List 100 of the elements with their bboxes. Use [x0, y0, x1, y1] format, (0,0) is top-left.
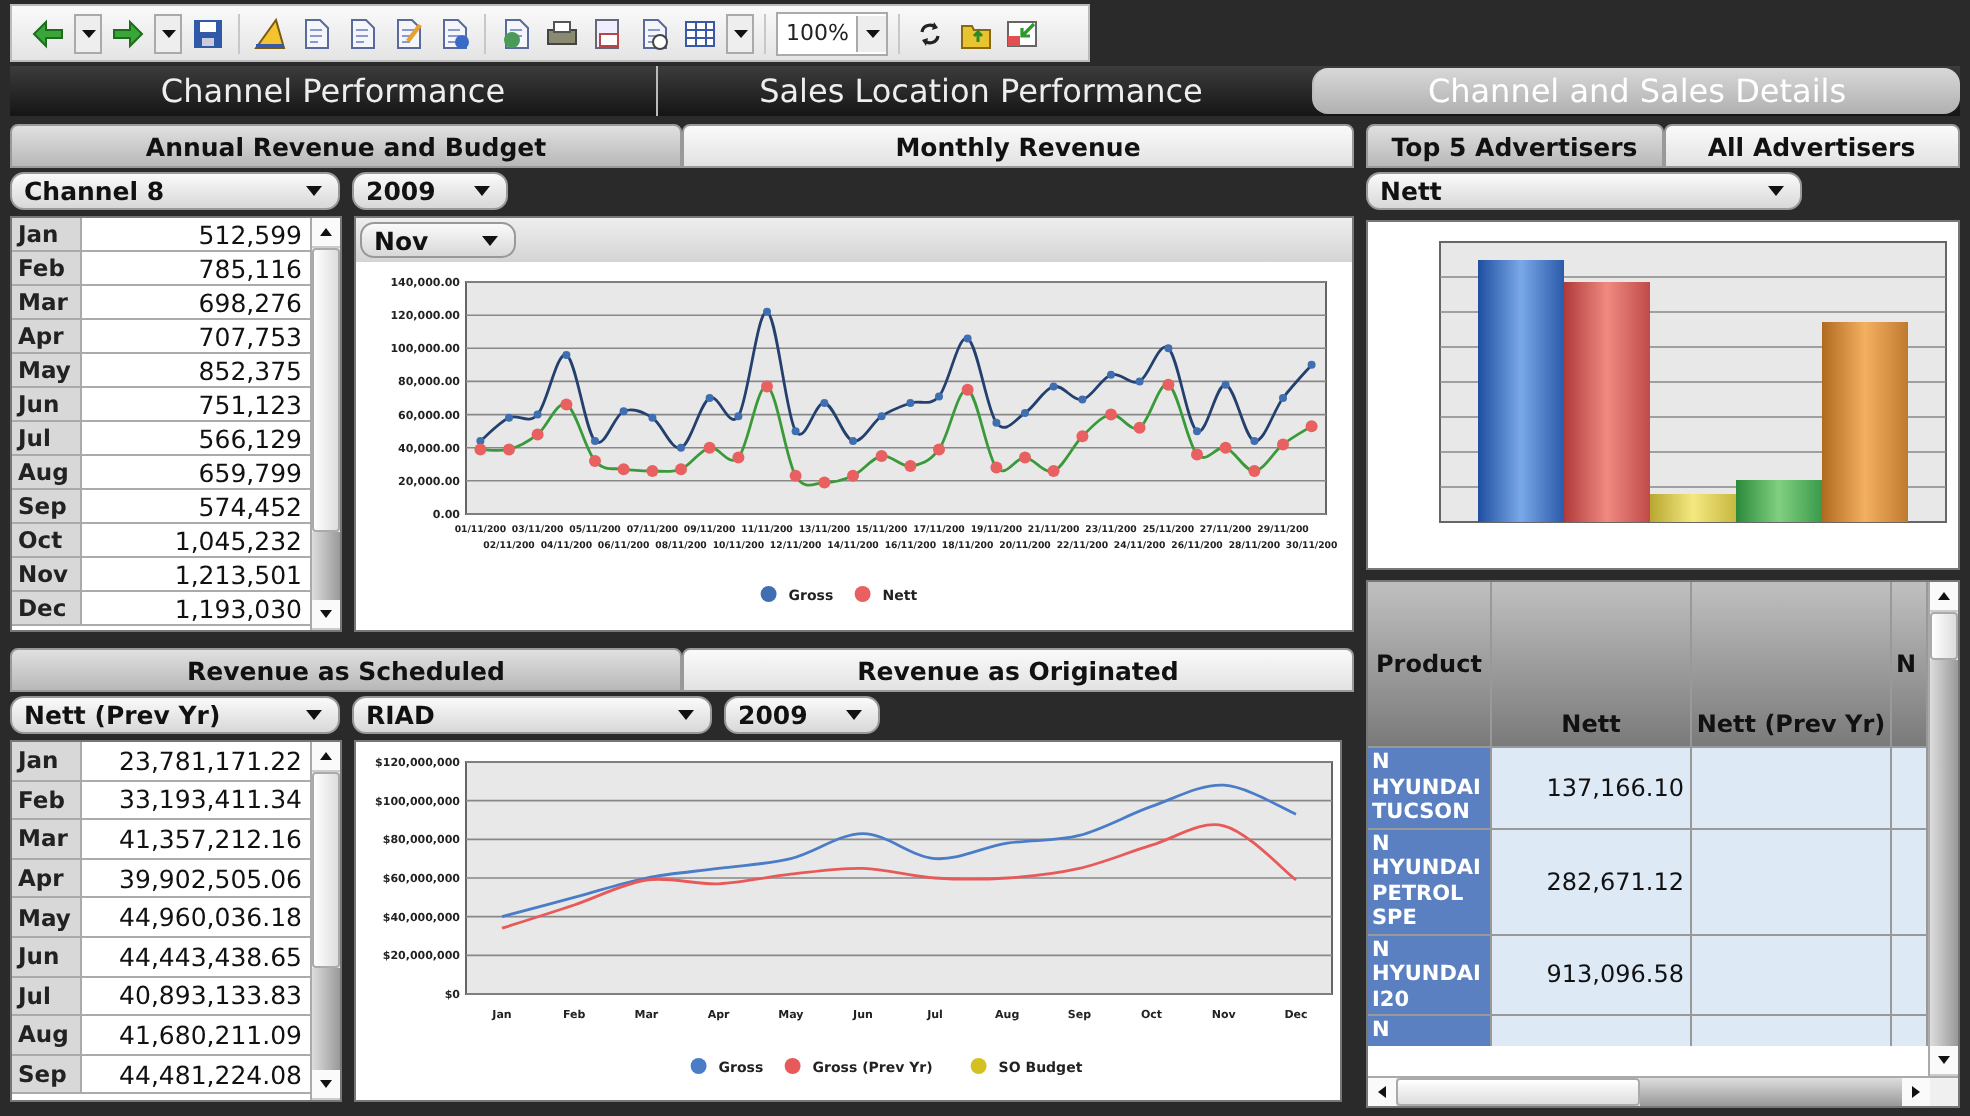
point [1191, 448, 1203, 461]
scrollbar[interactable] [310, 742, 340, 1100]
scroll-down-icon[interactable] [1938, 1056, 1950, 1064]
point [562, 351, 571, 359]
table-cell: 913,096.58 [1492, 935, 1692, 1014]
value-cell-text: 1,045,232 [172, 524, 304, 556]
point [990, 461, 1003, 474]
point [1078, 395, 1087, 404]
point [648, 413, 657, 422]
caret-icon [733, 29, 747, 37]
year-dropdown[interactable]: 2009 [724, 695, 880, 733]
scroll-thumb[interactable] [1396, 1078, 1640, 1106]
channel-dropdown[interactable]: Channel 8 [10, 171, 340, 209]
value-cell-text: 707,753 [196, 320, 304, 352]
point [1307, 360, 1316, 369]
main-tab[interactable]: Sales Location Performance [656, 66, 1304, 116]
point [1219, 441, 1232, 454]
measure-dropdown[interactable]: Nett [1366, 171, 1802, 209]
panel-tab[interactable]: Revenue as Scheduled [10, 648, 682, 692]
month-cell: Apr [12, 859, 82, 897]
month-cell: May [12, 354, 82, 386]
point [505, 413, 513, 422]
zoom-dropdown[interactable]: 100% [776, 11, 889, 55]
product-cell: N HYUNDAI TUCSON [1368, 748, 1492, 827]
scroll-thumb[interactable] [1930, 612, 1958, 660]
value-cell-text: 44,443,438.65 [117, 939, 304, 976]
point [1305, 420, 1318, 433]
year-dropdown[interactable]: 2009 [352, 171, 508, 209]
scroll-up-icon[interactable] [320, 228, 332, 236]
table-cell: 137,166.10 [1492, 748, 1692, 827]
month-cell: Jul [12, 422, 82, 454]
point [763, 307, 771, 316]
value-cell-text: 1,193,030 [172, 592, 304, 624]
point [589, 455, 601, 467]
value-cell-text: 785,116 [196, 252, 304, 284]
point [1105, 408, 1117, 421]
dropdown-button[interactable] [726, 13, 754, 53]
value-cell-text: 852,375 [196, 354, 304, 386]
month-cell: Nov [12, 558, 82, 590]
scroll-thumb[interactable] [312, 772, 340, 968]
scrollbar[interactable] [1928, 582, 1958, 1076]
product-cell: N HYUNDAI PETROL SPE [1368, 829, 1492, 933]
month-cell: Sep [12, 1055, 82, 1093]
scroll-right-icon[interactable] [1912, 1086, 1920, 1098]
point [560, 398, 573, 411]
point [1076, 430, 1089, 443]
month-cell: Oct [12, 524, 82, 556]
month-cell: Apr [12, 320, 82, 352]
month-cell: Jul [12, 977, 82, 1015]
caret-icon[interactable] [865, 29, 880, 37]
scroll-left-icon[interactable] [1378, 1086, 1386, 1098]
point [1277, 438, 1289, 451]
column-header: N [1892, 582, 1928, 746]
point [1250, 437, 1259, 445]
month-cell: Sep [12, 490, 82, 522]
caret-icon [678, 709, 694, 719]
panel-tab[interactable]: Revenue as Originated [682, 648, 1354, 692]
point [1279, 394, 1287, 402]
point [617, 463, 630, 476]
panel-tab[interactable]: Annual Revenue and Budget [10, 124, 682, 168]
point [677, 443, 685, 452]
month-cell: Jun [12, 388, 82, 420]
panel-tab[interactable]: All Advertisers [1663, 124, 1960, 168]
point [675, 463, 687, 476]
value-cell-text: 512,599 [196, 218, 304, 250]
main-tab[interactable]: Channel Performance [10, 66, 656, 116]
point [646, 465, 659, 477]
point [503, 443, 515, 456]
value-cell-text: 41,357,212.16 [117, 821, 304, 858]
caret-icon [161, 29, 175, 37]
value-cell-text: 44,960,036.18 [117, 900, 304, 936]
location-dropdown[interactable]: RIAD [352, 695, 712, 733]
month-cell: Feb [12, 781, 82, 819]
month-cell: Aug [12, 1016, 82, 1054]
panel-tab[interactable]: Monthly Revenue [682, 124, 1354, 168]
value-cell-text: 41,680,211.09 [117, 1017, 304, 1054]
scroll-up-icon[interactable] [1938, 592, 1950, 600]
point [619, 407, 628, 416]
point [1248, 465, 1261, 477]
month-cell: May [12, 898, 82, 936]
dropdown-button[interactable] [154, 13, 182, 53]
caret-icon [81, 29, 95, 37]
value-cell-text: 39,902,505.06 [117, 861, 304, 897]
scroll-down-icon[interactable] [320, 1080, 332, 1088]
dropdown-button[interactable] [74, 13, 102, 53]
month-cell: Mar [12, 286, 82, 318]
point [818, 476, 831, 489]
month-dropdown[interactable]: Nov [360, 222, 516, 258]
scrollbar[interactable] [1368, 1076, 1958, 1106]
point [1019, 451, 1031, 464]
scroll-up-icon[interactable] [320, 752, 332, 760]
measure-dropdown[interactable]: Nett (Prev Yr) [10, 695, 340, 733]
value-cell-text: 40,893,133.83 [117, 978, 304, 1015]
value-cell-text: 659,799 [196, 456, 304, 488]
panel-tab[interactable]: Top 5 Advertisers [1366, 124, 1663, 168]
scroll-thumb[interactable] [312, 248, 340, 532]
point [732, 451, 745, 464]
scroll-down-icon[interactable] [320, 610, 332, 618]
point [1193, 427, 1201, 436]
scrollbar[interactable] [310, 218, 340, 630]
